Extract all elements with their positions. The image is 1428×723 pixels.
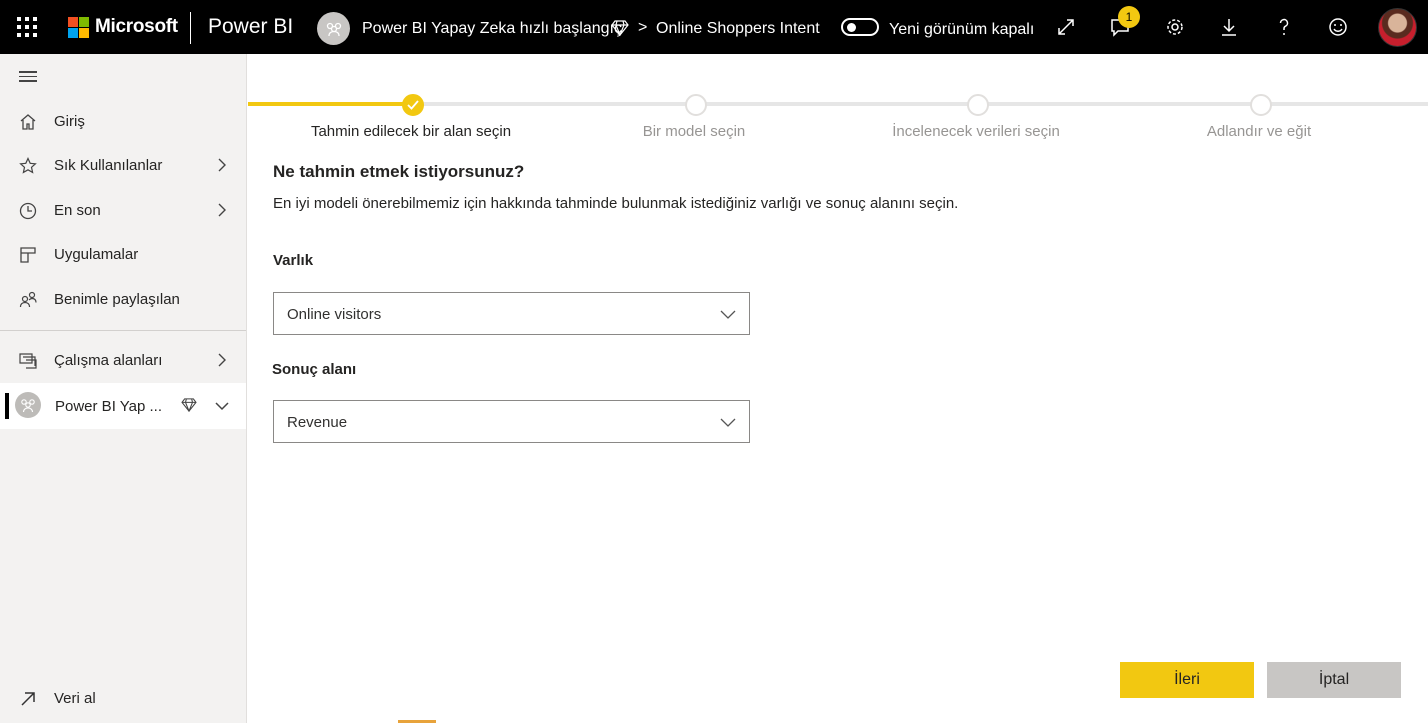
sidebar-item-label: Veri al [54,690,96,707]
chevron-right-icon[interactable] [213,156,231,174]
hamburger-menu-icon[interactable] [19,71,37,83]
main-content: Tahmin edilecek bir alan seçin Bir model… [248,54,1428,723]
workspace-breadcrumb[interactable]: Power BI Yapay Zeka hızlı başlangıç [362,20,622,38]
sidebar-divider [0,330,246,331]
sidebar-item-label: Sık Kullanılanlar [54,157,163,174]
chevron-right-icon[interactable] [213,201,231,219]
sidebar-item-workspaces[interactable]: Çalışma alanları [0,339,246,383]
page-title: Ne tahmin etmek istiyorsunuz? [273,162,525,181]
step-3-label: İncelenecek verileri seçin [892,123,1060,140]
arrow-up-right-icon [17,688,39,710]
new-look-toggle[interactable] [841,18,879,36]
step-2-dot [685,94,707,116]
microsoft-logo-icon [68,17,89,38]
header-divider [190,12,191,44]
notification-badge: 1 [1118,6,1140,28]
top-bar: Microsoft Power BI Power BI Yapay Zeka h… [0,0,1428,54]
current-workspace-label: Power BI Yap ... [55,398,162,415]
step-1-label: Tahmin edilecek bir alan seçin [310,123,512,140]
sidebar: Giriş Sık Kullanılanlar En son Uygulamal… [0,54,247,723]
chevron-right-icon[interactable] [213,351,231,369]
breadcrumb-current[interactable]: Online Shoppers Intent [656,20,820,38]
entity-dropdown[interactable]: Online visitors [273,292,750,335]
step-3-dot [967,94,989,116]
user-avatar[interactable] [1378,8,1417,47]
diamond-icon [611,20,629,37]
star-icon [17,155,39,177]
breadcrumb-separator: > [638,19,648,36]
gear-icon[interactable] [1164,16,1186,38]
apps-icon [17,244,39,266]
diamond-icon [181,398,197,413]
new-look-label: Yeni görünüm kapalı [889,21,1035,38]
workspaces-icon [17,350,39,372]
brand-name: Microsoft [95,16,178,37]
chevron-down-icon[interactable] [213,397,231,415]
smiley-icon[interactable] [1327,16,1349,38]
outcome-value: Revenue [287,414,348,431]
clock-icon [17,200,39,222]
entity-label: Varlık [273,252,314,269]
sidebar-item-label: Çalışma alanları [54,352,163,369]
chevron-down-icon [719,413,737,431]
sidebar-item-recent[interactable]: En son [0,189,246,233]
step-4-label: Adlandır ve eğit [1206,123,1312,140]
home-icon [17,111,39,133]
workspace-avatar-icon [317,12,350,45]
page-description: En iyi modeli önerebilmemiz için hakkınd… [273,195,959,212]
sidebar-item-label: Benimle paylaşılan [54,291,180,308]
sidebar-item-label: Giriş [54,113,85,130]
cancel-button[interactable]: İptal [1267,662,1401,698]
sidebar-item-label: Uygulamalar [54,246,139,263]
sidebar-item-label: En son [54,202,101,219]
download-icon[interactable] [1218,16,1240,38]
shared-icon [17,289,39,311]
help-icon[interactable] [1273,16,1295,38]
step-2-label: Bir model seçin [642,123,746,140]
sidebar-item-current-workspace[interactable]: Power BI Yap ... [0,383,246,429]
sidebar-item-apps[interactable]: Uygulamalar [0,233,246,277]
sidebar-item-shared[interactable]: Benimle paylaşılan [0,278,246,322]
workspace-avatar-icon [15,392,41,418]
wizard-progress-fill [248,102,413,106]
chevron-down-icon [719,305,737,323]
waffle-icon[interactable] [14,14,40,40]
expand-icon[interactable] [1055,16,1077,38]
sidebar-item-favorites[interactable]: Sık Kullanılanlar [0,144,246,188]
sidebar-item-home[interactable]: Giriş [0,100,246,144]
outcome-dropdown[interactable]: Revenue [273,400,750,443]
active-indicator [5,393,9,419]
step-4-dot [1250,94,1272,116]
outcome-label: Sonuç alanı [272,361,357,378]
app-name[interactable]: Power BI [208,15,293,39]
step-1-check-icon [402,94,424,116]
entity-value: Online visitors [287,306,382,323]
next-button[interactable]: İleri [1120,662,1254,698]
sidebar-item-get-data[interactable]: Veri al [0,677,246,721]
